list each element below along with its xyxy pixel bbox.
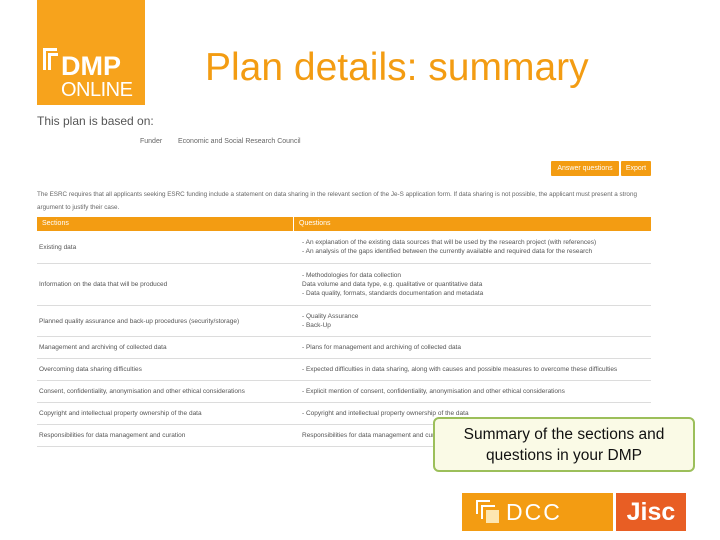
table-row: Management and archiving of collected da… bbox=[37, 337, 651, 359]
table-header: Sections Questions bbox=[37, 217, 651, 231]
question-item: - Back-Up bbox=[302, 322, 331, 329]
question-item: - An explanation of the existing data so… bbox=[302, 239, 597, 246]
dcc-logo-text: DCC bbox=[506, 499, 562, 525]
funder-value: Economic and Social Research Council bbox=[178, 138, 301, 145]
question-item: - Methodologies for data collection bbox=[302, 272, 402, 279]
based-on-label: This plan is based on: bbox=[37, 114, 154, 128]
funder-label: Funder bbox=[140, 138, 163, 145]
question-item: - Expected difficulties in data sharing,… bbox=[302, 366, 618, 373]
table-row: Overcoming data sharing difficulties - E… bbox=[37, 359, 651, 381]
questions-cell: - Methodologies for data collection Data… bbox=[293, 264, 651, 305]
table-row: Consent, confidentiality, anonymisation … bbox=[37, 381, 651, 403]
table-row: Existing data - An explanation of the ex… bbox=[37, 231, 651, 264]
questions-cell: - Quality Assurance - Back-Up bbox=[293, 306, 651, 336]
section-cell: Copyright and intellectual property owne… bbox=[39, 410, 202, 417]
section-cell: Information on the data that will be pro… bbox=[39, 281, 168, 288]
section-cell: Overcoming data sharing difficulties bbox=[39, 366, 142, 373]
funder-note: The ESRC requires that all applicants se… bbox=[37, 191, 637, 211]
question-item: - Explicit mention of consent, confident… bbox=[302, 388, 565, 395]
export-button[interactable]: Export bbox=[621, 161, 651, 176]
summary-callout: Summary of the sections and questions in… bbox=[433, 417, 695, 472]
questions-cell: - Explicit mention of consent, confident… bbox=[293, 381, 651, 402]
sections-table: Sections Questions Existing data - An ex… bbox=[37, 217, 651, 447]
sections-column-header: Sections bbox=[42, 220, 69, 227]
dcc-logo: DCC bbox=[462, 493, 613, 531]
table-row: Information on the data that will be pro… bbox=[37, 264, 651, 306]
dmp-logo-mark-icon bbox=[43, 48, 61, 78]
callout-text: Summary of the sections and questions in… bbox=[463, 425, 665, 464]
logo-dmp-text: DMP bbox=[61, 51, 121, 81]
question-item: - Quality Assurance bbox=[302, 313, 359, 320]
dcc-mark-icon bbox=[476, 500, 500, 524]
question-item: - Plans for management and archiving of … bbox=[302, 344, 461, 351]
question-item: Data volume and data type, e.g. qualitat… bbox=[302, 281, 483, 288]
logo-online-text: ONLINE bbox=[61, 79, 133, 101]
section-cell: Management and archiving of collected da… bbox=[39, 344, 167, 351]
section-cell: Consent, confidentiality, anonymisation … bbox=[39, 388, 245, 395]
section-cell: Planned quality assurance and back-up pr… bbox=[39, 317, 240, 325]
question-item: - Data quality, formats, standards docum… bbox=[302, 290, 484, 297]
dmp-online-logo: DMP ONLINE bbox=[37, 0, 145, 105]
table-row: Planned quality assurance and back-up pr… bbox=[37, 306, 651, 337]
questions-column-header: Questions bbox=[293, 217, 651, 231]
questions-cell: - Plans for management and archiving of … bbox=[293, 337, 651, 358]
answer-questions-button[interactable]: Answer questions bbox=[551, 161, 619, 176]
section-cell: Responsibilities for data management and… bbox=[39, 432, 186, 439]
questions-cell: - An explanation of the existing data so… bbox=[293, 231, 651, 263]
question-item: - An analysis of the gaps identified bet… bbox=[302, 248, 593, 255]
section-cell: Existing data bbox=[39, 243, 77, 251]
questions-cell: - Expected difficulties in data sharing,… bbox=[293, 359, 651, 380]
jisc-logo: Jisc bbox=[616, 493, 686, 531]
page-title: Plan details: summary bbox=[205, 46, 589, 89]
